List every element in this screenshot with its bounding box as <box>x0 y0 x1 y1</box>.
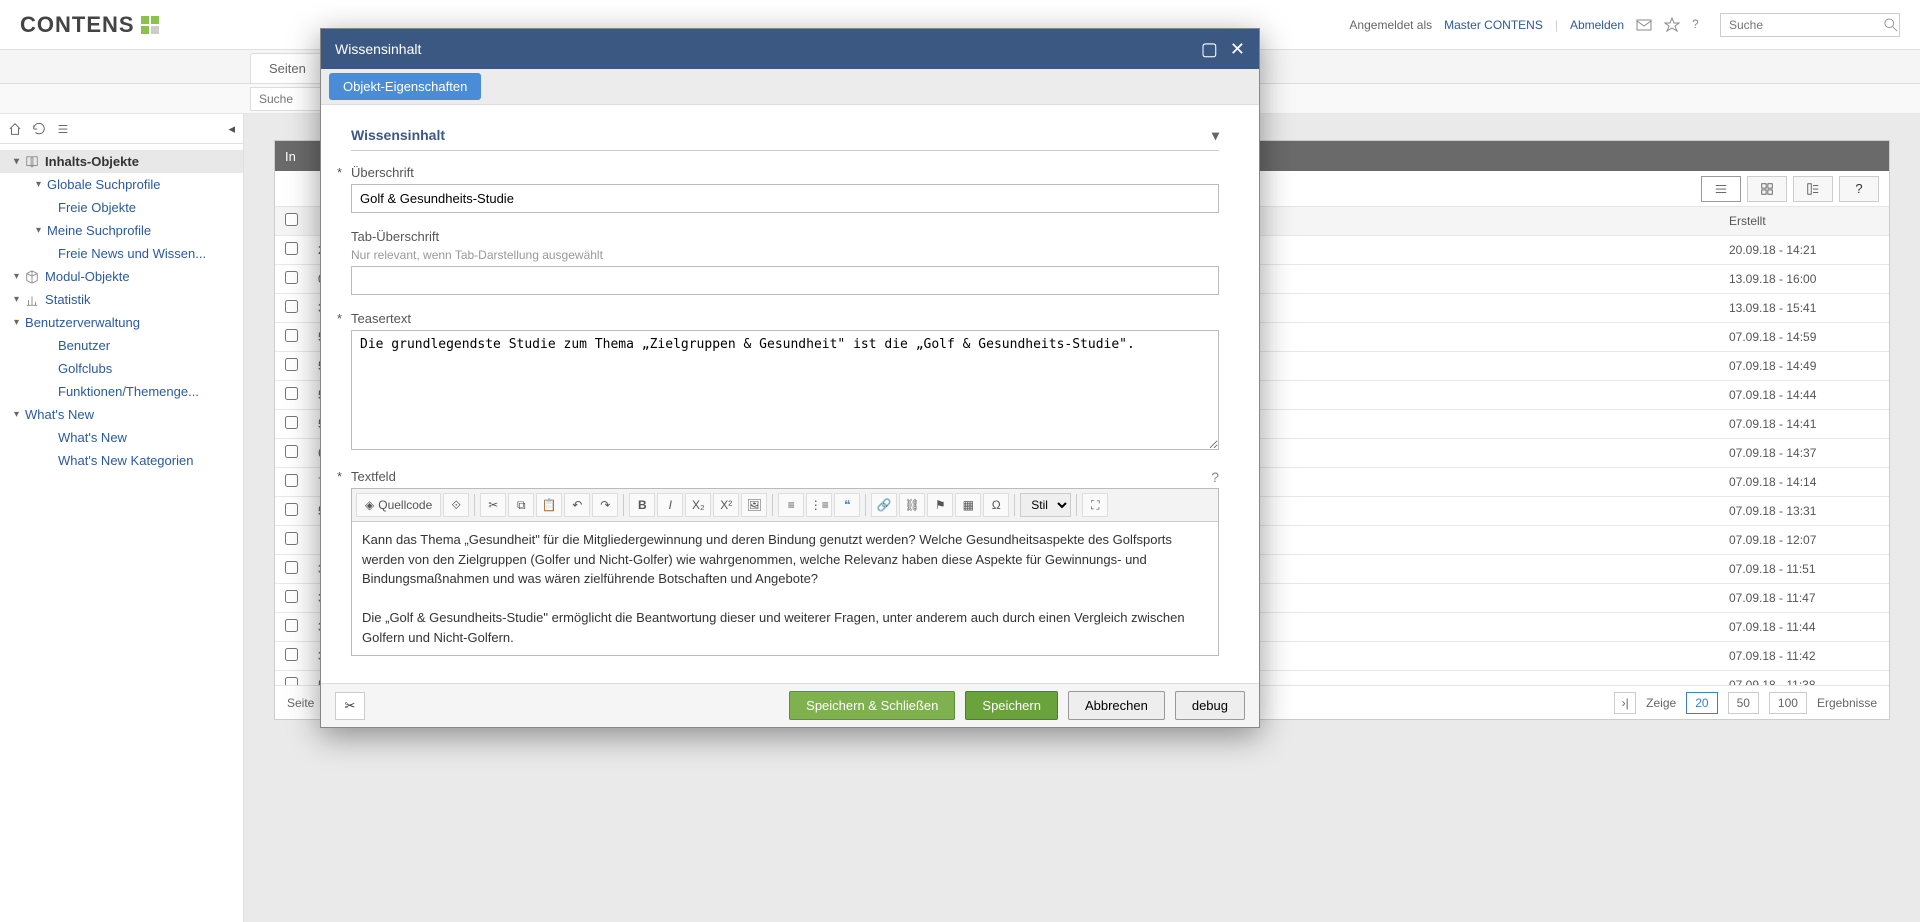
rt-source-label: Quellcode <box>378 498 432 512</box>
section-head[interactable]: Wissensinhalt ▾ <box>351 121 1219 151</box>
rt-ul-icon[interactable]: ⋮≡ <box>806 493 832 517</box>
rt-paragraph: Kann das Thema „Gesundheit" für die Mitg… <box>362 530 1208 589</box>
cancel-button[interactable]: Abbrechen <box>1068 691 1165 720</box>
rt-specialchar-icon[interactable]: Ω <box>983 493 1009 517</box>
rt-table-icon[interactable]: ▦ <box>955 493 981 517</box>
rt-superscript-icon[interactable]: X² <box>713 493 739 517</box>
maximize-icon[interactable]: ▢ <box>1201 39 1218 60</box>
help-textfeld-icon[interactable]: ? <box>1211 469 1219 485</box>
modal-tabs: Objekt-Eigenschaften <box>321 69 1259 105</box>
modal-backdrop: Wissensinhalt ▢ ✕ Objekt-Eigenschaften W… <box>0 0 1920 922</box>
rt-paragraph: Die „Golf & Gesundheits-Studie" ermöglic… <box>362 608 1208 647</box>
modal-footer: ✂ Speichern & Schließen Speichern Abbrec… <box>321 683 1259 727</box>
rt-cut-icon[interactable]: ✂ <box>480 493 506 517</box>
scissors-icon[interactable]: ✂ <box>335 692 365 720</box>
label-textfeld: Textfeld <box>351 469 1219 484</box>
close-icon[interactable]: ✕ <box>1230 39 1245 60</box>
modal-wissensinhalt: Wissensinhalt ▢ ✕ Objekt-Eigenschaften W… <box>320 28 1260 728</box>
rt-ol-icon[interactable]: ≡ <box>778 493 804 517</box>
rt-style-select[interactable]: Stil <box>1020 493 1071 517</box>
hint-tab-ueberschrift: Nur relevant, wenn Tab-Darstellung ausge… <box>351 248 1219 262</box>
input-ueberschrift[interactable] <box>351 184 1219 213</box>
modal-tab-objekt-eigenschaften[interactable]: Objekt-Eigenschaften <box>329 73 481 100</box>
textarea-teasertext[interactable] <box>351 330 1219 450</box>
modal-title-text: Wissensinhalt <box>335 41 421 57</box>
save-close-button[interactable]: Speichern & Schließen <box>789 691 955 720</box>
rt-fullscreen-icon[interactable]: ⛶ <box>1082 493 1108 517</box>
section-title: Wissensinhalt <box>351 127 445 144</box>
rt-unlink-icon[interactable]: ⛓ <box>899 493 925 517</box>
rt-italic-icon[interactable]: I <box>657 493 683 517</box>
modal-body: Wissensinhalt ▾ Überschrift Tab-Überschr… <box>321 105 1259 683</box>
label-teasertext: Teasertext <box>351 311 1219 326</box>
richtext-content[interactable]: Kann das Thema „Gesundheit" für die Mitg… <box>352 522 1218 655</box>
debug-button[interactable]: debug <box>1175 691 1245 720</box>
chevron-down-icon[interactable]: ▾ <box>1212 127 1219 144</box>
label-tab-ueberschrift: Tab-Überschrift <box>351 229 1219 244</box>
rt-paste-icon[interactable]: 📋 <box>536 493 562 517</box>
richtext-toolbar: ◈ Quellcode ⟐ ✂ ⧉ 📋 ↶ ↷ B I X₂ <box>352 489 1218 522</box>
rt-undo-icon[interactable]: ↶ <box>564 493 590 517</box>
rt-redo-icon[interactable]: ↷ <box>592 493 618 517</box>
rt-subscript-icon[interactable]: X₂ <box>685 493 711 517</box>
rt-format-painter-icon[interactable]: ⟐ <box>443 493 469 517</box>
rt-bold-icon[interactable]: B <box>629 493 655 517</box>
save-button[interactable]: Speichern <box>965 691 1058 720</box>
rt-source-button[interactable]: ◈ Quellcode <box>356 493 441 517</box>
rt-quote-icon[interactable]: ❝ <box>834 493 860 517</box>
input-tab-ueberschrift[interactable] <box>351 266 1219 295</box>
label-ueberschrift: Überschrift <box>351 165 1219 180</box>
rt-image-icon[interactable]: 🖼 <box>741 493 767 517</box>
rt-copy-icon[interactable]: ⧉ <box>508 493 534 517</box>
modal-titlebar[interactable]: Wissensinhalt ▢ ✕ <box>321 29 1259 69</box>
rt-link-icon[interactable]: 🔗 <box>871 493 897 517</box>
rt-anchor-icon[interactable]: ⚑ <box>927 493 953 517</box>
richtext-editor: ◈ Quellcode ⟐ ✂ ⧉ 📋 ↶ ↷ B I X₂ <box>351 488 1219 656</box>
